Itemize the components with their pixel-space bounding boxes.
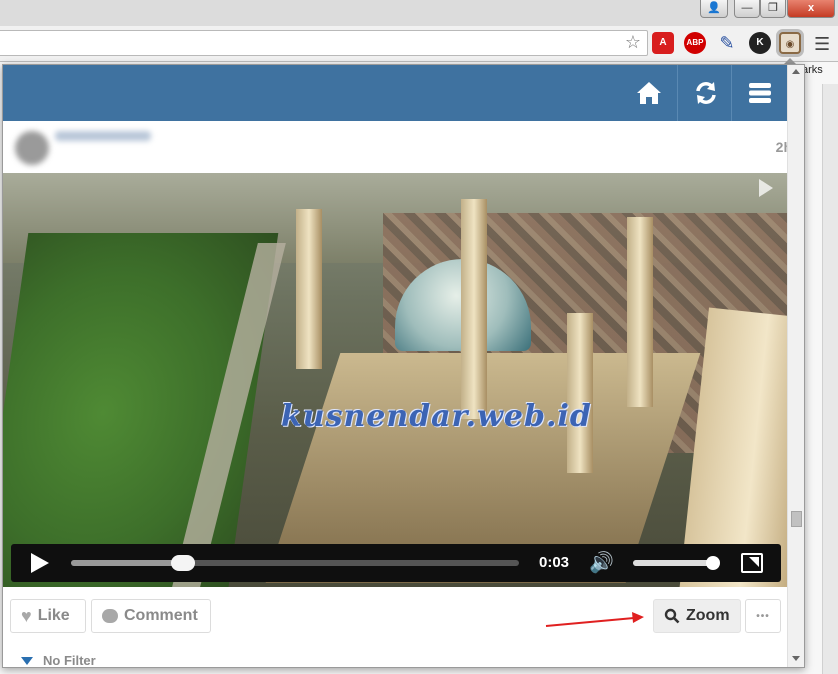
volume-slider[interactable] xyxy=(633,556,720,570)
close-window-button[interactable]: x xyxy=(787,0,835,18)
like-label: Like xyxy=(37,607,70,624)
filter-label: No Filter xyxy=(43,653,96,668)
video-frame-minaret xyxy=(461,199,487,419)
pen-extension-icon[interactable]: ✎ xyxy=(716,32,738,54)
volume-handle[interactable] xyxy=(705,556,720,570)
instagram-extension-icon[interactable]: ◉ xyxy=(779,32,801,54)
instagram-popup: 2h kusnendar.web.id 0:03 🔊 ♥ Like Commen… xyxy=(2,64,805,668)
zoom-label: Zoom xyxy=(686,607,730,624)
video-controls: 0:03 🔊 xyxy=(11,544,781,582)
heart-icon: ♥ xyxy=(21,605,32,626)
filter-row: No Filter xyxy=(3,649,787,668)
popup-header xyxy=(3,65,787,121)
minimize-button[interactable]: — xyxy=(734,0,760,18)
search-icon xyxy=(664,608,680,624)
window-titlebar: 👤 — ❐ x xyxy=(0,0,838,26)
address-bar[interactable]: ☆ xyxy=(0,30,648,56)
comment-button[interactable]: Comment xyxy=(91,599,211,633)
more-icon: ••• xyxy=(756,610,770,622)
play-button[interactable] xyxy=(31,553,49,573)
bookmark-star-icon[interactable]: ☆ xyxy=(625,32,641,53)
video-frame-minaret xyxy=(296,209,322,369)
like-button[interactable]: ♥ Like xyxy=(10,599,86,633)
video-watermark: kusnendar.web.id xyxy=(281,399,592,434)
current-time: 0:03 xyxy=(539,554,570,571)
comment-label: Comment xyxy=(124,607,198,624)
seek-bar[interactable] xyxy=(71,555,519,571)
adblock-extension-icon[interactable]: ABP xyxy=(684,32,706,54)
popup-scrollbar[interactable] xyxy=(787,65,804,667)
adblock-label: ABP xyxy=(686,38,704,47)
chrome-menu-icon[interactable]: ☰ xyxy=(814,34,830,55)
refresh-button[interactable] xyxy=(677,65,733,121)
video-type-icon xyxy=(759,179,773,197)
scroll-up-icon[interactable] xyxy=(792,69,800,74)
seek-handle[interactable] xyxy=(171,555,195,571)
scroll-down-icon[interactable] xyxy=(792,656,800,661)
fullscreen-button[interactable] xyxy=(741,553,763,573)
thumbnail-strip xyxy=(329,667,375,668)
volume-fill xyxy=(633,560,713,566)
refresh-icon xyxy=(695,82,716,104)
page-scrollbar[interactable] xyxy=(822,84,838,674)
annotation-arrow-icon xyxy=(545,612,644,627)
username-blurred[interactable] xyxy=(55,131,151,141)
profile-button[interactable]: 👤 xyxy=(700,0,728,18)
maximize-button[interactable]: ❐ xyxy=(760,0,786,18)
more-button[interactable]: ••• xyxy=(745,599,781,633)
video-player[interactable]: kusnendar.web.id 0:03 🔊 xyxy=(3,173,787,587)
volume-icon[interactable]: 🔊 xyxy=(589,550,614,575)
bookmarks-label-partial: arks xyxy=(802,64,823,76)
menu-button[interactable] xyxy=(731,65,787,121)
thumbnail-strip xyxy=(165,667,305,668)
video-frame-minaret xyxy=(627,217,653,407)
k-extension-icon[interactable]: K xyxy=(749,32,771,54)
browser-toolbar: ☆ A ABP ✎ K ◉ ☰ xyxy=(0,26,838,62)
post-header xyxy=(3,121,787,173)
seek-bar-fill xyxy=(71,560,183,566)
home-button[interactable] xyxy=(621,65,677,121)
comment-icon xyxy=(102,609,118,623)
user-icon: 👤 xyxy=(707,2,721,14)
avatar[interactable] xyxy=(15,131,49,165)
scroll-thumb[interactable] xyxy=(791,511,802,527)
zoom-button[interactable]: Zoom xyxy=(653,599,741,633)
post-actions: ♥ Like Comment Zoom ••• xyxy=(3,587,787,649)
thumbnail-strip xyxy=(11,667,131,668)
video-frame-minaret xyxy=(567,313,593,473)
menu-icon xyxy=(748,83,771,103)
home-icon xyxy=(637,82,661,104)
filter-arrow-icon xyxy=(21,657,33,665)
pdf-extension-icon[interactable]: A xyxy=(652,32,674,54)
